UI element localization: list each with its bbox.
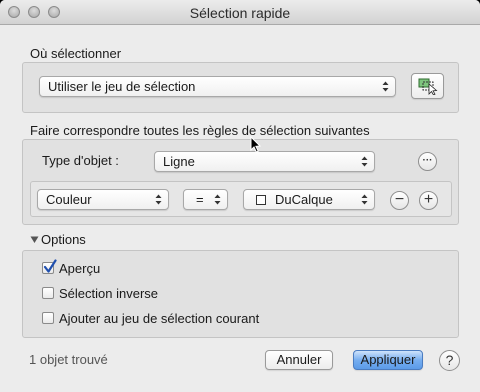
popup-arrows-icon	[155, 194, 162, 205]
append-selection-checkbox[interactable]	[42, 312, 54, 324]
operator-dropdown[interactable]: =	[183, 189, 228, 210]
rules-group: Type d'objet : Ligne ··· Couleur = DuCal…	[22, 139, 459, 225]
checkmark-icon	[43, 259, 57, 273]
append-selection-label: Ajouter au jeu de sélection courant	[59, 311, 260, 326]
popup-arrows-icon	[382, 81, 389, 92]
invert-selection-checkbox[interactable]	[42, 287, 54, 299]
property-dropdown[interactable]: Couleur	[37, 189, 169, 210]
select-objects-icon	[418, 78, 437, 96]
rules-section-label: Faire correspondre toutes les règles de …	[30, 123, 370, 138]
popup-arrows-icon	[361, 156, 368, 167]
select-objects-button[interactable]	[411, 73, 444, 99]
options-section-label: Options	[41, 232, 86, 247]
apply-button[interactable]: Appliquer	[353, 350, 423, 370]
more-options-button[interactable]: ···	[418, 152, 437, 171]
object-type-label: Type d'objet :	[42, 153, 119, 168]
mouse-cursor-icon	[250, 136, 262, 153]
rule-row: Couleur = DuCalque − +	[30, 181, 452, 217]
object-type-value: Ligne	[163, 154, 195, 169]
property-value: Couleur	[46, 192, 92, 207]
color-value: DuCalque	[275, 192, 333, 207]
popup-arrows-icon	[214, 194, 221, 205]
disclosure-triangle-icon[interactable]	[30, 235, 39, 244]
selection-scope-value: Utiliser le jeu de sélection	[48, 79, 196, 94]
title-bar: Sélection rapide	[0, 0, 480, 25]
where-section-label: Où sélectionner	[30, 46, 122, 61]
objects-found-status: 1 objet trouvé	[29, 352, 108, 367]
operator-value: =	[196, 192, 204, 207]
cancel-button[interactable]: Annuler	[265, 350, 333, 370]
where-group: Utiliser le jeu de sélection	[22, 62, 459, 113]
help-button[interactable]: ?	[439, 350, 460, 371]
remove-rule-button[interactable]: −	[390, 191, 409, 210]
preview-label: Aperçu	[59, 261, 101, 276]
popup-arrows-icon	[361, 194, 368, 205]
color-dropdown[interactable]: DuCalque	[243, 189, 375, 210]
quick-select-dialog: Sélection rapide Où sélectionner Utilise…	[0, 0, 480, 392]
object-type-dropdown[interactable]: Ligne	[154, 151, 375, 172]
color-swatch-icon	[256, 195, 266, 205]
window-title: Sélection rapide	[189, 5, 291, 21]
add-rule-button[interactable]: +	[419, 191, 438, 210]
selection-scope-dropdown[interactable]: Utiliser le jeu de sélection	[39, 76, 396, 97]
invert-selection-label: Sélection inverse	[59, 286, 158, 301]
